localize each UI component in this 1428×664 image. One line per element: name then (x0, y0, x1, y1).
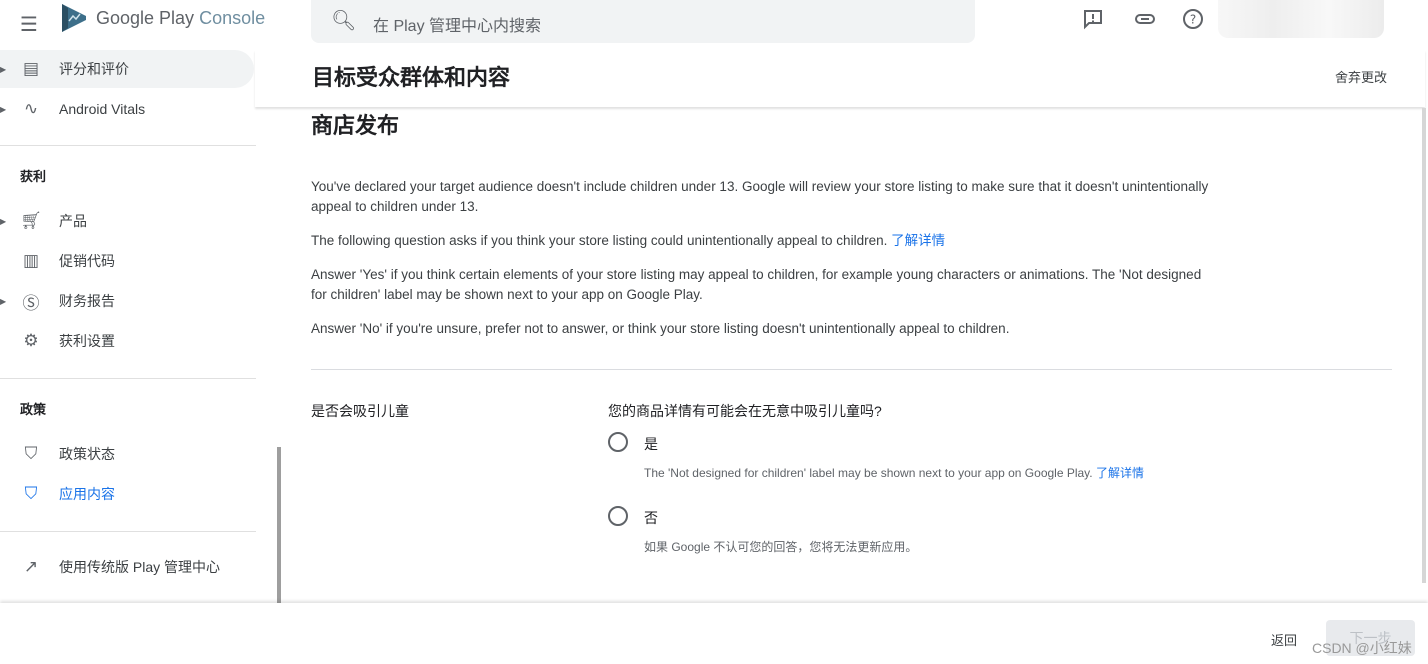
expand-arrow-icon[interactable]: ▶ (0, 297, 6, 306)
learn-more-link[interactable]: 了解详情 (1096, 466, 1144, 480)
rating-icon: ▤ (22, 59, 40, 78)
top-bar: ☰ Google Play Console 🔍︎ 在 Play 管理中心内搜索 … (0, 0, 1428, 50)
trending-icon: ↗ (23, 557, 39, 576)
divider (0, 378, 256, 379)
learn-more-link[interactable]: 了解详情 (891, 233, 945, 248)
link-icon[interactable] (1133, 8, 1157, 32)
sidebar-item-label: 应用内容 (59, 486, 115, 502)
store-icon: ▥ (22, 251, 40, 270)
shield-icon: ⛉ (24, 444, 38, 463)
radio-no-description: 如果 Google 不认可您的回答，您将无法更新应用。 (644, 540, 918, 554)
main-scrollbar[interactable] (1422, 108, 1426, 583)
account-area[interactable] (1218, 0, 1384, 38)
sidebar-item-label: 评分和评价 (59, 61, 129, 77)
radio-no-label[interactable]: 否 (644, 508, 658, 528)
shield-info-icon: ⛉ (24, 484, 38, 503)
intro-paragraph: You've declared your target audience doe… (311, 179, 1209, 214)
sidebar-item-financial-reports[interactable]: ▶ Ⓢ 财务报告 (0, 282, 254, 320)
search-placeholder: 在 Play 管理中心内搜索 (373, 18, 542, 35)
expand-arrow-icon[interactable]: ▶ (0, 65, 6, 74)
sidebar-item-promo-codes[interactable]: ▥ 促销代码 (0, 242, 254, 280)
expand-arrow-icon[interactable]: ▶ (0, 217, 6, 226)
radio-no[interactable] (608, 506, 628, 526)
sidebar-item-label: 产品 (59, 213, 87, 229)
sidebar: ▶ ▤ 评分和评价 ▶ ∿ Android Vitals 获利 ▶ 🛒︎ 产品 ▥ 促销代码 … (0, 50, 256, 603)
gear-icon: ⚙ (23, 331, 39, 350)
search-input[interactable]: 🔍︎ 在 Play 管理中心内搜索 (311, 0, 975, 43)
play-console-logo (62, 4, 86, 32)
sidebar-item-label: 财务报告 (59, 293, 115, 309)
vitals-icon: ∿ (23, 99, 39, 118)
back-button[interactable]: 返回 (1271, 630, 1297, 649)
sidebar-item-policy-status[interactable]: ⛉ 政策状态 (0, 435, 254, 473)
section-policy: 政策 (20, 402, 47, 417)
radio-yes-description: The 'Not designed for children' label ma… (644, 466, 1144, 480)
section-title: 商店发布 (311, 113, 400, 138)
discard-changes-button[interactable]: 舍弃更改 (1335, 67, 1387, 86)
menu-icon[interactable]: ☰ (20, 12, 40, 37)
sidebar-item-legacy-console[interactable]: ↗ 使用传统版 Play 管理中心 (0, 548, 254, 586)
dollar-icon: Ⓢ (22, 293, 40, 313)
watermark: CSDN @小红妹 (1312, 640, 1412, 656)
divider (0, 531, 256, 532)
help-icon[interactable]: ? (1181, 8, 1205, 32)
answer-yes-paragraph: Answer 'Yes' if you think certain elemen… (311, 267, 1202, 302)
answer-no-paragraph: Answer 'No' if you're unsure, prefer not… (311, 321, 1010, 336)
page-title: 目标受众群体和内容 (312, 65, 511, 90)
sidebar-item-app-content[interactable]: ⛉ 应用内容 (0, 475, 254, 513)
search-icon: 🔍︎ (331, 10, 357, 32)
brand-name: Google Play Console (96, 8, 266, 28)
sidebar-item-label: 促销代码 (59, 253, 115, 269)
bottom-bar (0, 603, 1428, 664)
question-intro-paragraph: The following question asks if you think… (311, 233, 946, 248)
sidebar-item-products[interactable]: ▶ 🛒︎ 产品 (0, 202, 254, 240)
feedback-icon[interactable] (1081, 8, 1105, 32)
sidebar-scrollbar[interactable] (277, 447, 281, 603)
radio-yes[interactable] (608, 432, 628, 452)
field-label: 是否会吸引儿童 (311, 403, 409, 419)
sidebar-item-label: 政策状态 (59, 446, 115, 462)
cart-icon: 🛒︎ (20, 211, 42, 230)
sidebar-item-label: 使用传统版 Play 管理中心 (59, 559, 221, 575)
sidebar-item-label: 获利设置 (59, 333, 115, 349)
section-monetize: 获利 (20, 169, 47, 184)
svg-text:?: ? (1190, 13, 1196, 27)
divider (0, 145, 256, 146)
sidebar-item-android-vitals[interactable]: ▶ ∿ Android Vitals (0, 90, 254, 128)
sidebar-item-label: Android Vitals (59, 101, 146, 117)
sidebar-item-monetization-settings[interactable]: ⚙ 获利设置 (0, 322, 254, 360)
divider (311, 369, 1392, 370)
expand-arrow-icon[interactable]: ▶ (0, 105, 6, 114)
question-text: 您的商品详情有可能会在无意中吸引儿童吗? (608, 403, 882, 419)
sidebar-item-ratings[interactable]: ▶ ▤ 评分和评价 (0, 50, 254, 88)
radio-yes-label[interactable]: 是 (644, 434, 658, 454)
